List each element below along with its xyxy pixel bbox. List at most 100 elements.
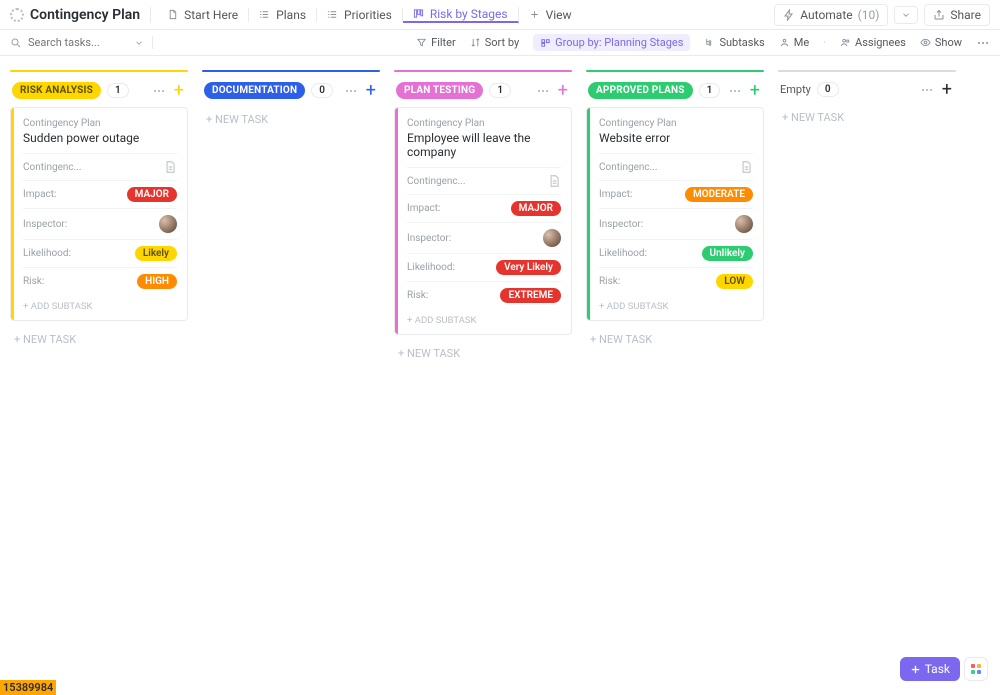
- search-input[interactable]: [28, 36, 128, 49]
- sector-value: Contingenc...: [599, 162, 658, 173]
- top-bar: Contingency Plan Start HerePlansPrioriti…: [0, 0, 1000, 30]
- plus-icon: [529, 9, 541, 20]
- tab-label: Start Here: [184, 8, 238, 22]
- status-pill: DOCUMENTATION: [204, 82, 305, 99]
- document-icon: [739, 160, 753, 174]
- automate-dropdown[interactable]: [894, 6, 918, 24]
- tab-view[interactable]: View: [519, 8, 583, 22]
- column-approved-plans: APPROVED PLANS 1 + Contingency Plan Webs…: [586, 70, 764, 352]
- tab-start-here[interactable]: Start Here: [157, 8, 249, 22]
- column-add[interactable]: +: [172, 84, 186, 98]
- likelihood-badge: Likely: [135, 246, 177, 261]
- card-title: Website error: [599, 131, 753, 145]
- new-task-fab[interactable]: Task: [900, 657, 960, 681]
- column-header: APPROVED PLANS 1 +: [586, 72, 764, 107]
- group-icon: [540, 37, 551, 48]
- group-button[interactable]: Group by: Planning Stages: [533, 34, 690, 51]
- impact-row: Impact: MODERATE: [599, 180, 753, 208]
- risk-row: Risk: LOW: [599, 267, 753, 295]
- task-fab-label: Task: [925, 662, 950, 676]
- sector-value: Contingenc...: [407, 176, 466, 187]
- show-button[interactable]: Show: [920, 36, 962, 49]
- new-task[interactable]: + NEW TASK: [10, 327, 188, 352]
- top-bar-right: Automate (10) Share: [774, 4, 990, 26]
- filter-icon: [416, 37, 427, 48]
- column-more[interactable]: [728, 84, 742, 98]
- task-card[interactable]: Contingency Plan Website error Contingen…: [586, 107, 764, 321]
- filter-bar: Filter Sort by Group by: Planning Stages…: [0, 30, 1000, 56]
- column-more[interactable]: [920, 83, 934, 97]
- tab-risk-by-stages[interactable]: Risk by Stages: [403, 7, 519, 23]
- column-header: Empty 0 +: [778, 72, 956, 105]
- impact-badge: MODERATE: [685, 187, 753, 202]
- column-add[interactable]: +: [364, 84, 378, 98]
- kanban-board: RISK ANALYSIS 1 + Contingency Plan Sudde…: [0, 56, 1000, 695]
- task-count: 0: [311, 83, 333, 98]
- tab-priorities[interactable]: Priorities: [317, 8, 403, 22]
- inspector-row: Inspector:: [407, 222, 561, 253]
- column-plan-testing: PLAN TESTING 1 + Contingency Plan Employ…: [394, 70, 572, 366]
- add-subtask[interactable]: + ADD SUBTASK: [407, 309, 561, 334]
- column-more[interactable]: [536, 84, 550, 98]
- group-label: Group by: Planning Stages: [555, 36, 683, 49]
- share-icon: [933, 9, 945, 21]
- card-accent: [587, 108, 590, 320]
- column-add[interactable]: +: [748, 84, 762, 98]
- card-breadcrumb: Contingency Plan: [599, 118, 753, 129]
- task-card[interactable]: Contingency Plan Sudden power outage Con…: [10, 107, 188, 321]
- add-subtask[interactable]: + ADD SUBTASK: [23, 295, 177, 320]
- avatar[interactable]: [735, 215, 753, 233]
- card-breadcrumb: Contingency Plan: [23, 118, 177, 129]
- card-accent: [11, 108, 14, 320]
- risk-label: Risk:: [599, 276, 620, 287]
- automate-count: (10): [858, 8, 880, 22]
- inspector-row: Inspector:: [23, 208, 177, 239]
- avatar[interactable]: [159, 215, 177, 233]
- inspector-label: Inspector:: [23, 219, 67, 230]
- me-label: Me: [794, 36, 809, 49]
- sector-row: Contingenc...: [407, 167, 561, 194]
- status-pill: APPROVED PLANS: [588, 82, 693, 99]
- more-options[interactable]: [976, 36, 990, 50]
- add-subtask[interactable]: + ADD SUBTASK: [599, 295, 753, 320]
- likelihood-row: Likelihood: Very Likely: [407, 253, 561, 281]
- status-pill: PLAN TESTING: [396, 82, 483, 99]
- risk-row: Risk: EXTREME: [407, 281, 561, 309]
- tab-plans[interactable]: Plans: [249, 8, 317, 22]
- subtasks-button[interactable]: Subtasks: [704, 36, 764, 49]
- likelihood-badge: Unlikely: [702, 246, 753, 261]
- impact-label: Impact:: [407, 203, 440, 214]
- sort-button[interactable]: Sort by: [470, 36, 519, 49]
- status-pill: RISK ANALYSIS: [12, 82, 101, 99]
- likelihood-badge: Very Likely: [496, 260, 561, 275]
- likelihood-row: Likelihood: Likely: [23, 239, 177, 267]
- column-more[interactable]: [344, 84, 358, 98]
- new-task[interactable]: + NEW TASK: [586, 327, 764, 352]
- column-add[interactable]: +: [556, 84, 570, 98]
- task-count: 1: [699, 83, 721, 98]
- avatar[interactable]: [543, 229, 561, 247]
- assignees-button[interactable]: Assignees: [840, 36, 906, 49]
- impact-label: Impact:: [23, 189, 56, 200]
- new-task[interactable]: + NEW TASK: [778, 105, 956, 130]
- column-more[interactable]: [152, 84, 166, 98]
- column-add[interactable]: +: [940, 83, 954, 97]
- filter-button[interactable]: Filter: [416, 36, 456, 49]
- filter-label: Filter: [431, 36, 456, 49]
- new-task[interactable]: + NEW TASK: [394, 341, 572, 366]
- apps-fab[interactable]: [964, 657, 988, 681]
- risk-label: Risk:: [23, 276, 44, 287]
- automate-button[interactable]: Automate (10): [774, 4, 888, 26]
- column-documentation: DOCUMENTATION 0 + + NEW TASK: [202, 70, 380, 132]
- new-task[interactable]: + NEW TASK: [202, 107, 380, 132]
- task-count: 0: [817, 82, 839, 97]
- card-title: Sudden power outage: [23, 131, 177, 145]
- impact-badge: MAJOR: [511, 201, 561, 216]
- task-card[interactable]: Contingency Plan Employee will leave the…: [394, 107, 572, 335]
- board-icon: [413, 8, 425, 19]
- person-icon: [779, 37, 790, 48]
- likelihood-label: Likelihood:: [599, 248, 647, 259]
- me-button[interactable]: Me: [779, 36, 809, 49]
- search-dropdown[interactable]: [134, 38, 144, 48]
- share-button[interactable]: Share: [924, 4, 990, 26]
